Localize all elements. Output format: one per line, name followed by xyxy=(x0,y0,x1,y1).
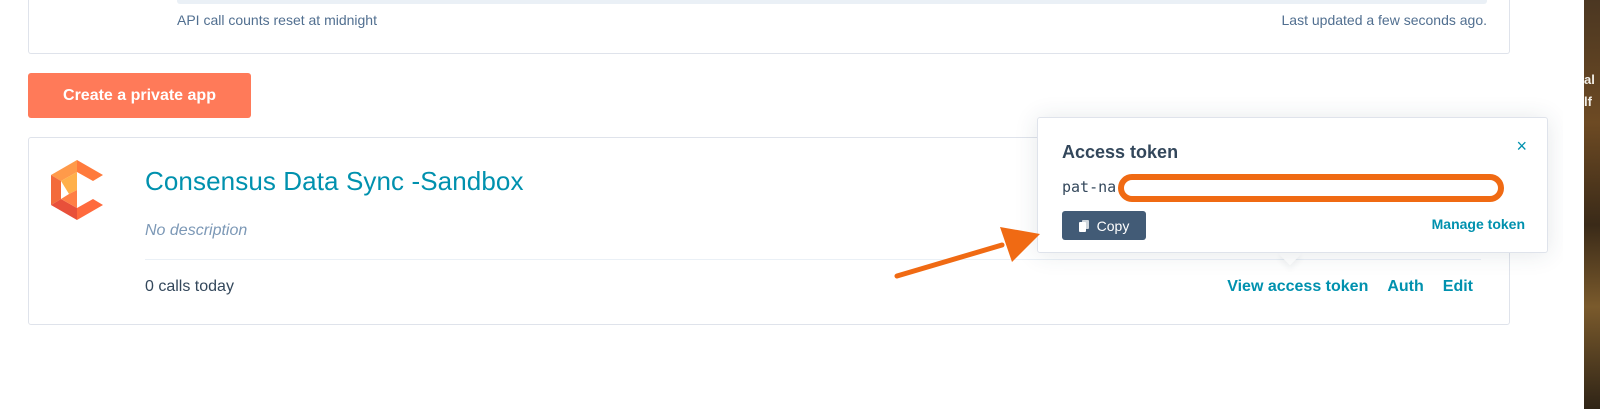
auth-link[interactable]: Auth xyxy=(1387,278,1423,296)
app-actions: View access token Auth Edit xyxy=(1227,278,1473,296)
calls-today: 0 calls today xyxy=(145,278,234,295)
consensus-logo-icon xyxy=(51,160,103,220)
window-gap xyxy=(1563,0,1584,409)
redaction-highlight xyxy=(1118,174,1504,202)
popover-title: Access token xyxy=(1062,142,1179,162)
usage-bar xyxy=(177,0,1487,4)
view-access-token-link[interactable]: View access token xyxy=(1227,278,1368,296)
copy-label: Copy xyxy=(1096,217,1130,234)
last-updated-note: Last updated a few seconds ago. xyxy=(1281,12,1487,28)
create-private-app-button[interactable]: Create a private app xyxy=(28,73,251,118)
desktop-background xyxy=(1584,0,1600,409)
edge-text-fragment: al xyxy=(1584,72,1595,87)
card-divider xyxy=(145,259,1481,260)
app-description: No description xyxy=(145,222,248,239)
edge-text-fragment: lf xyxy=(1584,94,1592,109)
copy-token-button[interactable]: Copy xyxy=(1062,211,1146,240)
app-name-link[interactable]: Consensus Data Sync -Sandbox xyxy=(145,166,524,197)
manage-token-link[interactable]: Manage token xyxy=(1432,216,1525,232)
api-usage-card: API call counts reset at midnight Last u… xyxy=(28,0,1510,54)
close-icon[interactable]: × xyxy=(1516,136,1527,157)
access-token-value: pat-na xyxy=(1062,178,1117,196)
copy-icon xyxy=(1078,219,1089,232)
edit-link[interactable]: Edit xyxy=(1443,278,1473,296)
reset-note: API call counts reset at midnight xyxy=(177,12,377,28)
